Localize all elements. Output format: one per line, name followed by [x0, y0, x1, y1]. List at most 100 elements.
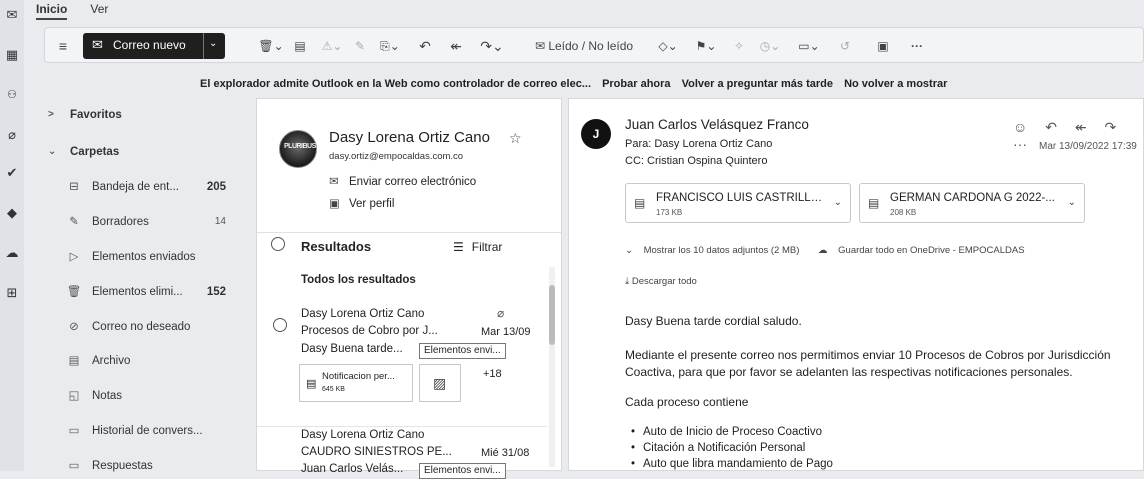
attachment-card[interactable]: ▤ GERMAN CARDONA G 2022-... 208 KB ⌄ [859, 183, 1085, 223]
attachment-card[interactable]: ▤ FRANCISCO LUIS CASTRILLO... 173 KB ⌄ [625, 183, 851, 223]
bullet-item: Auto de Inicio de Proceso Coactivo [631, 426, 822, 438]
notes-icon: ◱ [68, 390, 80, 402]
folder-sent[interactable]: ▷ Elementos enviados [40, 246, 254, 268]
more-options-icon[interactable]: ··· [907, 36, 927, 56]
tag-icon[interactable]: ◇⌄ [653, 36, 683, 56]
history-folder-icon: ▭ [68, 425, 80, 437]
contact-avatar[interactable]: PLURIBUS [279, 130, 317, 168]
sender-name[interactable]: Juan Carlos Velásquez Franco [625, 117, 809, 132]
message-item[interactable]: Dasy Lorena Ortiz Cano CAUDRO SINIESTROS… [257, 426, 547, 479]
select-message-radio[interactable] [273, 318, 287, 332]
attachment-size: 208 KB [890, 208, 917, 217]
attachment-preview[interactable]: ▤ Notificacion per... 645 KB [299, 364, 413, 402]
folder-label: Bandeja de ent... [92, 181, 179, 193]
document-icon: ▤ [634, 196, 646, 210]
folder-archive[interactable]: ▤ Archivo [40, 350, 254, 372]
hamburger-menu-icon[interactable]: ≡ [53, 36, 73, 56]
mail-icon[interactable]: ✉ [3, 6, 21, 24]
download-all-link[interactable]: ⤓ Descargar todo [625, 276, 697, 287]
ask-later-link[interactable]: Volver a preguntar más tarde [682, 78, 833, 90]
folder-replies[interactable]: ▭ Respuestas [40, 455, 254, 477]
cc-line: CC: Cristian Ospina Quintero [625, 155, 767, 167]
message-sender: Dasy Lorena Ortiz Cano [301, 429, 425, 441]
infobar-message: El explorador admite Outlook en la Web c… [200, 78, 591, 90]
folder-deleted[interactable]: 🗑 Elementos elimi... 152 [40, 281, 254, 303]
todo-check-icon[interactable]: ✔ [3, 164, 21, 182]
immersive-reader-icon[interactable]: ▣ [873, 36, 893, 56]
inbox-icon: ⊟ [69, 181, 79, 193]
forward-icon[interactable]: ↷⌄ [475, 36, 509, 56]
never-show-link[interactable]: No volver a mostrar [844, 78, 947, 90]
favorites-section[interactable]: > Favoritos [40, 104, 254, 126]
message-item[interactable]: Dasy Lorena Ortiz Cano ⌀ Procesos de Cob… [257, 304, 547, 414]
new-mail-button[interactable]: ✉ Correo nuevo ⌄ [83, 33, 225, 59]
reaction-icon[interactable]: ☺ [1013, 119, 1027, 135]
chevron-down-icon[interactable]: ⌄ [209, 38, 217, 49]
tab-inicio[interactable]: Inicio [36, 2, 68, 20]
calendar-icon[interactable]: ▦ [3, 46, 21, 64]
folder-drafts[interactable]: ✎ Borradores 14 [40, 211, 254, 233]
more-attachments-count[interactable]: +18 [483, 368, 502, 380]
apps-grid-icon[interactable]: ⊞ [3, 284, 21, 302]
folder-label: Archivo [92, 355, 131, 367]
scrollbar-thumb[interactable] [549, 285, 555, 345]
folder-label: Historial de convers... [92, 425, 203, 437]
filter-button[interactable]: ☰ Filtrar [453, 240, 502, 254]
send-email-button[interactable]: ✉ Enviar correo electrónico [329, 174, 476, 188]
report-icon[interactable]: ⚠⌄ [317, 36, 347, 56]
email-contains: Cada proceso contiene [625, 395, 749, 409]
folder-junk[interactable]: ⊘ Correo no deseado [40, 316, 254, 338]
message-date: Mar 13/09/2022 17:39 [1039, 141, 1137, 152]
read-unread-button[interactable]: ✉ Leído / No leído [525, 36, 643, 56]
save-all-onedrive-link[interactable]: ☁ Guardar todo en OneDrive - EMPOCALDAS [818, 245, 1033, 256]
message-subject: CAUDRO SINIESTROS PE... [301, 446, 452, 458]
drafts-icon: ✎ [69, 216, 79, 228]
trash-icon: 🗑 [66, 286, 82, 298]
reply-icon[interactable]: ↶ [1045, 119, 1057, 135]
delete-icon[interactable]: 🗑⌄ [257, 36, 285, 56]
undo-icon[interactable]: ↺ [835, 36, 855, 56]
rules-icon[interactable]: ▭⌄ [793, 36, 825, 56]
bullet-item: Citación a Notificación Personal [631, 442, 805, 454]
folder-conversation-history[interactable]: ▭ Historial de convers... [40, 420, 254, 442]
view-profile-button[interactable]: ▣ Ver perfil [329, 196, 394, 210]
folders-section[interactable]: ⌄ Carpetas [40, 141, 254, 163]
all-results-heading: Todos los resultados [301, 274, 416, 286]
folder-notes[interactable]: ◱ Notas [40, 385, 254, 407]
archive-icon[interactable]: ▤ [291, 36, 309, 56]
people-icon[interactable]: ⚇ [3, 86, 21, 104]
chevron-down-icon[interactable]: ⌄ [834, 197, 842, 208]
cc-recipient[interactable]: Cristian Ospina Quintero [647, 155, 767, 167]
try-now-link[interactable]: Probar ahora [602, 78, 670, 90]
to-recipient[interactable]: Dasy Lorena Ortiz Cano [654, 138, 772, 150]
chevron-down-icon[interactable]: ⌄ [1068, 197, 1076, 208]
image-icon: ▨ [433, 375, 447, 391]
more-options-icon[interactable]: ··· [1013, 136, 1027, 152]
download-all-label: Descargar todo [631, 276, 697, 287]
folder-chip[interactable]: Elementos envi... [419, 463, 506, 479]
email-greeting: Dasy Buena tarde cordial saludo. [625, 314, 802, 328]
reply-icon[interactable]: ↶ [415, 36, 435, 56]
folder-label: Elementos enviados [92, 251, 196, 263]
move-to-icon[interactable]: ⎘⌄ [375, 36, 405, 56]
teams-icon[interactable]: ◆ [3, 204, 21, 222]
folder-inbox[interactable]: ⊟ Bandeja de ent... 205 [40, 176, 254, 198]
select-all-checkbox[interactable] [271, 237, 285, 251]
folder-pane: > Favoritos ⌄ Carpetas ⊟ Bandeja de ent.… [40, 100, 254, 472]
sweep-icon[interactable]: ✎ [351, 36, 369, 56]
tab-ver[interactable]: Ver [90, 2, 108, 18]
star-icon[interactable]: ☆ [509, 130, 522, 147]
folder-label: Respuestas [92, 460, 153, 472]
pin-icon[interactable]: ✧ [729, 36, 749, 56]
flag-icon[interactable]: ⚑⌄ [691, 36, 721, 56]
onedrive-cloud-icon[interactable]: ☁ [3, 244, 21, 262]
reply-all-icon[interactable]: ↞ [445, 36, 467, 56]
image-attachment-preview[interactable]: ▨ [419, 364, 461, 402]
forward-icon[interactable]: ↷ [1104, 119, 1116, 135]
show-all-attachments-link[interactable]: ⌄ Mostrar los 10 datos adjuntos (2 MB) [625, 245, 807, 256]
reply-all-icon[interactable]: ↞ [1075, 119, 1087, 135]
folder-chip[interactable]: Elementos envi... [419, 343, 506, 359]
sender-avatar[interactable]: J [581, 119, 611, 149]
attach-icon[interactable]: ⌀ [3, 126, 21, 144]
snooze-icon[interactable]: ◷⌄ [755, 36, 785, 56]
